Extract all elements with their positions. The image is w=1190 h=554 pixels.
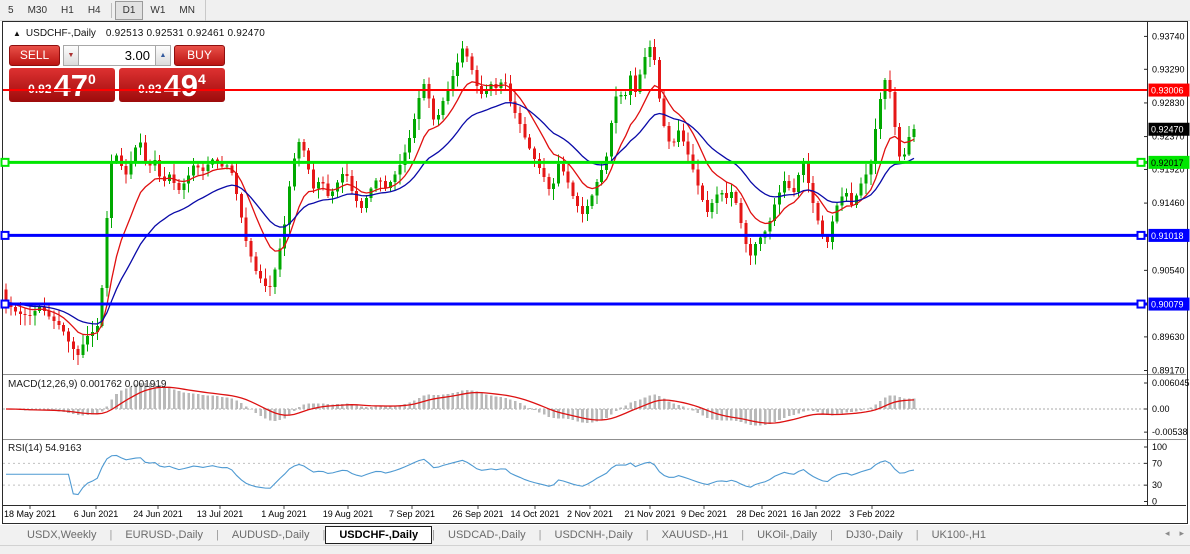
sell-price-pip-digit: 0 bbox=[88, 71, 96, 87]
buy-price-display[interactable]: 0.92 49 4 bbox=[119, 68, 225, 102]
sell-price-prefix: 0.92 bbox=[28, 82, 52, 96]
tab-usdcad-daily[interactable]: USDCAD-,Daily bbox=[435, 527, 539, 543]
timeframe-button-m30[interactable]: M30 bbox=[21, 1, 54, 20]
buy-price-prefix: 0.92 bbox=[138, 82, 162, 96]
tab-scroll-right-icon[interactable]: ▸ bbox=[1179, 528, 1184, 539]
chart-title-ohlc: 0.92513 0.92531 0.92461 0.92470 bbox=[105, 28, 266, 39]
timeframe-button-5[interactable]: 5 bbox=[1, 1, 21, 20]
timeframe-button-w1[interactable]: W1 bbox=[143, 1, 172, 20]
tab-usdcnh-daily[interactable]: USDCNH-,Daily bbox=[542, 527, 646, 543]
chart-title: ▲ USDCHF-,Daily 0.92513 0.92531 0.92461 0.… bbox=[13, 28, 265, 39]
timeframe-button-h4[interactable]: H4 bbox=[81, 1, 108, 20]
volume-decrease-button[interactable]: ▼ bbox=[63, 45, 79, 66]
macd-indicator-label: MACD(12,26,9) 0.001762 0.001919 bbox=[8, 379, 167, 390]
tab-usdx-weekly[interactable]: USDX,Weekly bbox=[14, 527, 109, 543]
toolbar-separator bbox=[204, 0, 206, 21]
sell-price-big-digits: 47 bbox=[53, 68, 89, 103]
tab-ukoil-daily[interactable]: UKOil-,Daily bbox=[744, 527, 830, 543]
buy-price-pip-digit: 4 bbox=[198, 71, 206, 87]
symbol-marker-icon: ▲ bbox=[13, 29, 21, 38]
sell-price-display[interactable]: 0.92 47 0 bbox=[9, 68, 115, 102]
timeframe-button-mn[interactable]: MN bbox=[172, 1, 202, 20]
tab-uk100-h1[interactable]: UK100-,H1 bbox=[919, 527, 999, 543]
tab-eurusd-daily[interactable]: EURUSD-,Daily bbox=[112, 527, 216, 543]
toolbar-separator bbox=[110, 2, 112, 18]
tab-scroll-left-icon[interactable]: ◂ bbox=[1165, 528, 1170, 539]
chart-tab-bar: USDX,Weekly | EURUSD-,Daily | AUDUSD-,Daily |… bbox=[0, 525, 1190, 545]
volume-input[interactable] bbox=[79, 45, 155, 66]
timeframe-toolbar: 5 M30 H1 H4 D1 W1 MN bbox=[0, 0, 1190, 21]
timeframe-button-h1[interactable]: H1 bbox=[54, 1, 81, 20]
buy-button[interactable]: BUY bbox=[174, 45, 225, 66]
sell-button[interactable]: SELL bbox=[9, 45, 60, 66]
tab-audusd-daily[interactable]: AUDUSD-,Daily bbox=[219, 527, 323, 543]
volume-increase-button[interactable]: ▲ bbox=[155, 45, 171, 66]
rsi-indicator-label: RSI(14) 54.9163 bbox=[8, 443, 82, 454]
tab-dj30-daily[interactable]: DJ30-,Daily bbox=[833, 527, 916, 543]
chart-title-symbol: USDCHF-,Daily bbox=[25, 28, 96, 39]
timeframe-button-d1[interactable]: D1 bbox=[114, 0, 144, 20]
mt4-terminal: 5 M30 H1 H4 D1 W1 MN ▲ USDCHF-,Daily 0.92513 0.9… bbox=[0, 0, 1190, 554]
chart-window[interactable]: ▲ USDCHF-,Daily 0.92513 0.92531 0.92461 0.… bbox=[2, 21, 1188, 524]
buy-price-big-digits: 49 bbox=[163, 68, 199, 103]
one-click-trading-panel: SELL ▼ ▲ BUY 0.92 47 0 0.92 49 4 bbox=[9, 45, 225, 102]
tab-usdchf-daily[interactable]: USDCHF-,Daily bbox=[325, 526, 433, 544]
tab-xauusd-h1[interactable]: XAUUSD-,H1 bbox=[649, 527, 742, 543]
status-bar bbox=[0, 545, 1190, 554]
